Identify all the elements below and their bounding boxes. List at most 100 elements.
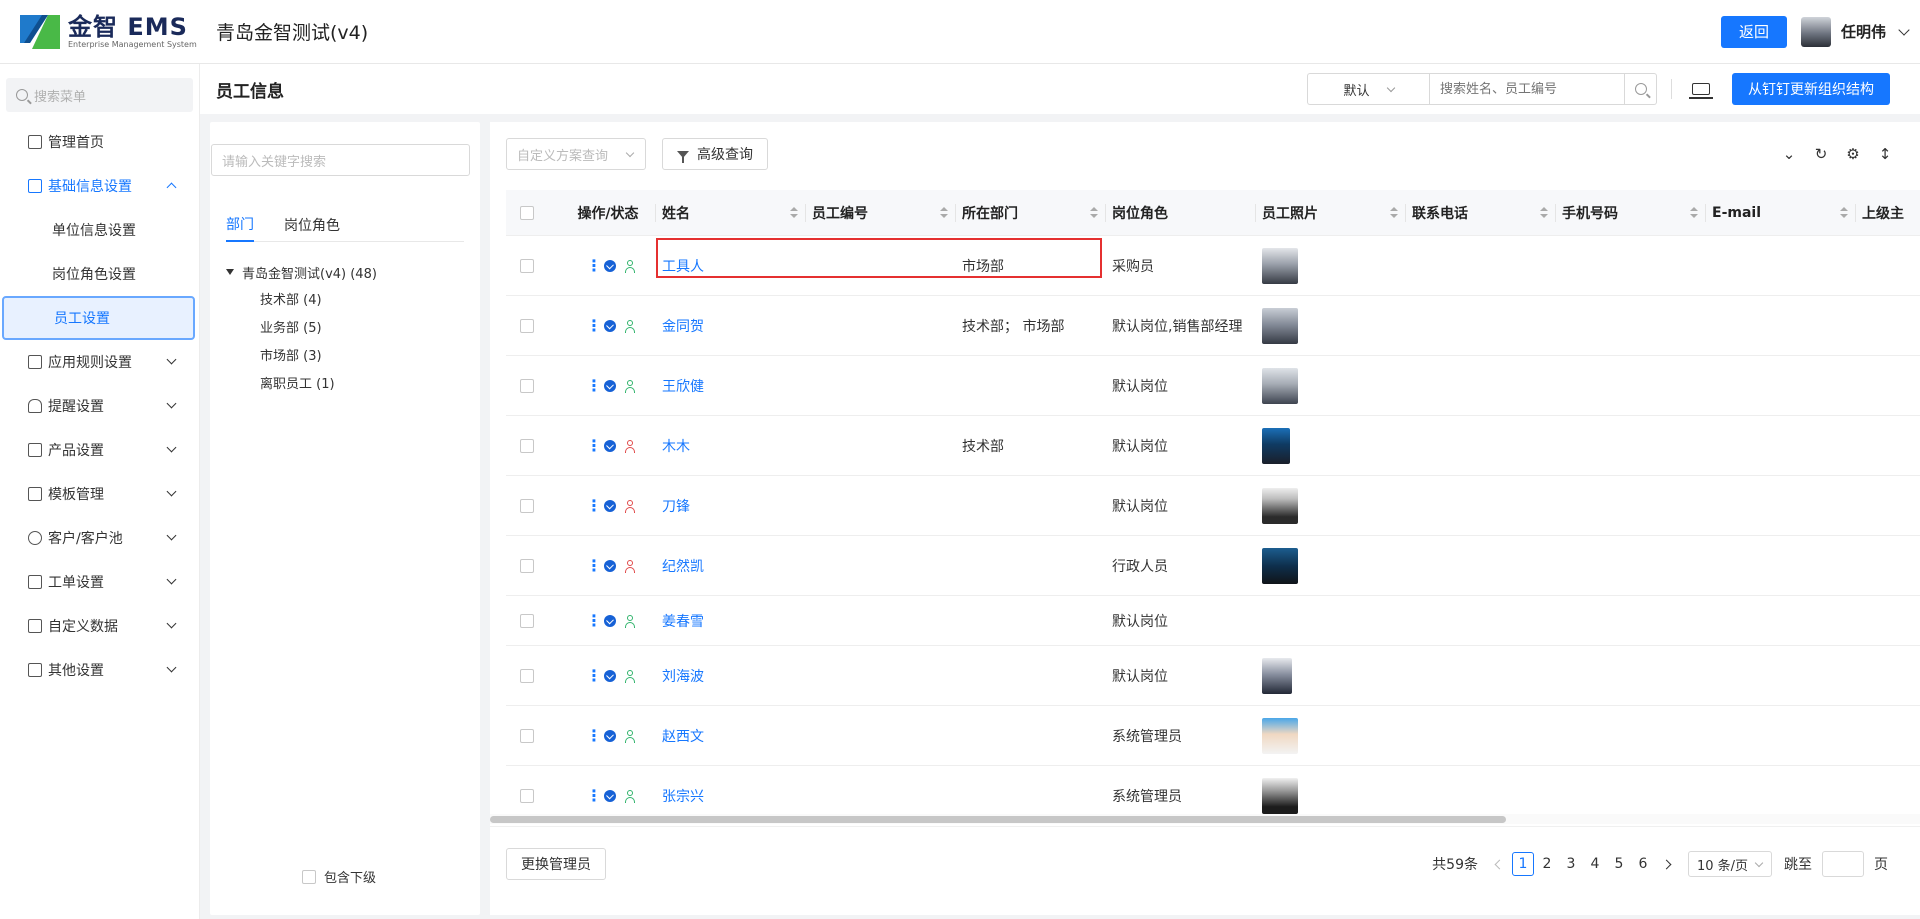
tree-node-business[interactable]: 业务部 (5) [218,312,377,340]
column-header-department[interactable]: 所在部门 [956,190,1106,236]
laptop-icon[interactable] [1689,83,1713,99]
column-header-employee-no[interactable]: 员工编号 [806,190,956,236]
select-all-checkbox[interactable] [520,206,534,220]
sidebar-item-unit-info[interactable]: 单位信息设置 [0,208,199,252]
column-header-photo[interactable]: 员工照片 [1256,190,1406,236]
sort-icon[interactable] [1690,207,1698,219]
row-checkbox[interactable] [520,788,534,803]
employee-photo[interactable] [1262,717,1298,754]
sidebar-item-work-order[interactable]: 工单设置 [0,560,199,604]
employee-name-link[interactable]: 张宗兴 [662,786,704,806]
row-checkbox[interactable] [520,728,534,743]
employee-name-link[interactable]: 金同贺 [662,316,704,336]
table-row[interactable]: ⋮ 刀锋 默认岗位 [506,476,1920,536]
jump-page-input[interactable] [1822,851,1864,877]
sidebar-item-app-rules[interactable]: 应用规则设置 [0,340,199,384]
row-height-icon[interactable]: ↕ [1876,145,1894,163]
menu-search-input[interactable]: 搜索菜单 [6,78,193,112]
more-vertical-icon[interactable]: ⋮ [586,726,602,745]
prev-page-chevron-left-icon[interactable] [1494,859,1505,869]
employee-name-link[interactable]: 赵西文 [662,726,704,746]
row-checkbox[interactable] [520,318,534,333]
tree-node-market[interactable]: 市场部 (3) [218,340,377,368]
tree-node-resigned[interactable]: 离职员工 (1) [218,368,377,396]
custom-scheme-select[interactable]: 自定义方案查询 [506,138,646,170]
sync-dingtalk-button[interactable]: 从钉钉更新组织结构 [1732,73,1890,105]
column-header-superior[interactable]: 上级主 [1856,190,1920,236]
horizontal-scrollbar-thumb[interactable] [490,816,1506,823]
more-vertical-icon[interactable]: ⋮ [586,256,602,275]
refresh-icon[interactable]: ↻ [1812,145,1830,163]
employee-photo[interactable] [1262,247,1298,284]
employee-name-link[interactable]: 姜春雪 [662,611,704,631]
horizontal-scrollbar[interactable] [490,814,1920,824]
page-2[interactable]: 2 [1536,852,1558,876]
table-row[interactable]: ⋮ 赵西文 系统管理员 [506,706,1920,766]
sort-icon[interactable] [1540,207,1548,219]
avatar[interactable] [1800,16,1831,47]
sort-icon[interactable] [1840,207,1848,219]
sidebar-item-home[interactable]: 管理首页 [0,120,199,164]
user-name[interactable]: 任明伟 [1841,21,1886,42]
include-subordinates-checkbox[interactable] [302,869,316,884]
row-checkbox[interactable] [520,558,534,573]
sidebar-item-basic-info[interactable]: 基础信息设置 [0,164,199,208]
row-checkbox[interactable] [520,258,534,273]
sidebar-item-other[interactable]: 其他设置 [0,648,199,692]
more-vertical-icon[interactable]: ⋮ [586,611,602,630]
page-3[interactable]: 3 [1560,852,1582,876]
employee-name-link[interactable]: 木木 [662,436,690,456]
employee-name-link[interactable]: 刘海波 [662,666,704,686]
tree-node-tech[interactable]: 技术部 (4) [218,284,377,312]
employee-photo[interactable] [1262,777,1298,814]
more-vertical-icon[interactable]: ⋮ [586,436,602,455]
sidebar-item-employee-settings[interactable]: 员工设置 [2,296,195,340]
more-vertical-icon[interactable]: ⋮ [586,376,602,395]
more-vertical-icon[interactable]: ⋮ [586,496,602,515]
search-scope-select[interactable]: 默认 [1307,73,1429,105]
table-row[interactable]: ⋮ 刘海波 默认岗位 [506,646,1920,706]
table-row[interactable]: ⋮ 王欣健 默认岗位 [506,356,1920,416]
employee-photo[interactable] [1262,367,1298,404]
employee-name-link[interactable]: 工具人 [662,256,704,276]
employee-name-link[interactable]: 纪然凯 [662,556,704,576]
department-keyword-input[interactable]: 请输入关键字搜索 [211,144,470,176]
row-checkbox[interactable] [520,668,534,683]
caret-down-icon[interactable] [226,269,234,275]
sidebar-item-reminder[interactable]: 提醒设置 [0,384,199,428]
employee-photo[interactable] [1262,657,1292,694]
sort-icon[interactable] [1390,207,1398,219]
employee-photo[interactable] [1262,307,1298,344]
back-button[interactable]: 返回 [1720,15,1787,48]
sidebar-item-template[interactable]: 模板管理 [0,472,199,516]
swap-admin-button[interactable]: 更换管理员 [506,848,606,880]
row-checkbox[interactable] [520,498,534,513]
advanced-query-button[interactable]: 高级查询 [662,138,768,170]
table-row[interactable]: ⋮ 工具人 市场部 采购员 [506,236,1920,296]
tab-post-role[interactable]: 岗位角色 [284,208,340,242]
sidebar-item-custom-data[interactable]: 自定义数据 [0,604,199,648]
page-size-select[interactable]: 10 条/页 [1688,851,1772,877]
employee-photo[interactable] [1262,547,1298,584]
collapse-double-chevron-icon[interactable]: ⌄ [1780,145,1798,163]
table-row[interactable]: ⋮ 纪然凯 行政人员 [506,536,1920,596]
employee-name-link[interactable]: 刀锋 [662,496,690,516]
employee-photo[interactable] [1262,427,1290,464]
more-vertical-icon[interactable]: ⋮ [586,316,602,335]
column-header-name[interactable]: 姓名 [656,190,806,236]
more-vertical-icon[interactable]: ⋮ [586,556,602,575]
column-header-mobile[interactable]: 手机号码 [1556,190,1706,236]
row-checkbox[interactable] [520,378,534,393]
table-row[interactable]: ⋮ 木木 技术部 默认岗位 [506,416,1920,476]
include-subordinates[interactable]: 包含下级 [302,867,376,886]
sort-icon[interactable] [790,207,798,219]
employee-photo[interactable] [1262,487,1298,524]
sidebar-item-post-role[interactable]: 岗位角色设置 [0,252,199,296]
user-menu-chevron-down-icon[interactable] [1898,23,1910,36]
row-checkbox[interactable] [520,438,534,453]
page-1[interactable]: 1 [1512,852,1534,876]
employee-search-input[interactable] [1429,73,1625,105]
sidebar-item-customer[interactable]: 客户/客户池 [0,516,199,560]
table-row[interactable]: ⋮ 金同贺 技术部； 市场部 默认岗位,销售部经理 [506,296,1920,356]
column-header-post-role[interactable]: 岗位角色 [1106,190,1256,236]
